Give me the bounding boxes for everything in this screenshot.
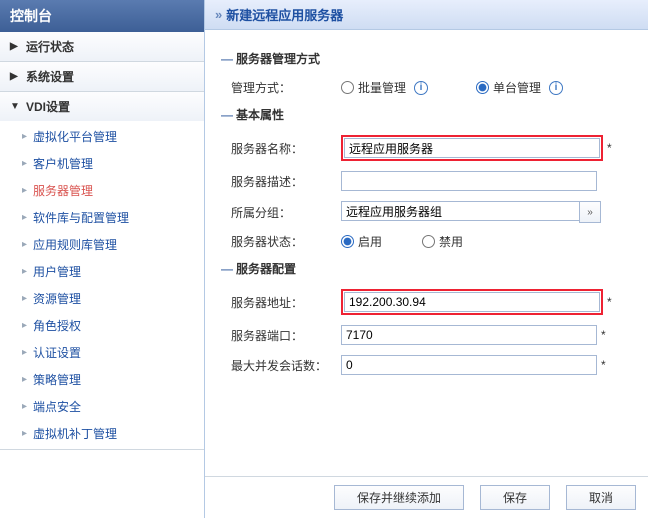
- sidebar-item-label: 虚拟机补丁管理: [33, 425, 117, 442]
- bullet-icon: ▸: [22, 293, 27, 304]
- dash-icon: —: [221, 262, 232, 276]
- server-port-input[interactable]: [341, 325, 597, 345]
- radio-disable-label: 禁用: [439, 233, 463, 250]
- sidebar-section-vdi[interactable]: ▼ VDI设置: [0, 92, 204, 121]
- bullet-icon: ▸: [22, 428, 27, 439]
- section-basic: — 基本属性: [221, 106, 632, 123]
- chevron-right-icon: ▶: [10, 41, 20, 52]
- sidebar-item-label: 应用规则库管理: [33, 236, 117, 253]
- desc-label: 服务器描述：: [231, 173, 341, 190]
- sessions-input[interactable]: [341, 355, 597, 375]
- bullet-icon: ▸: [22, 320, 27, 331]
- page-title: 新建远程应用服务器: [226, 5, 343, 24]
- bullet-icon: ▸: [22, 239, 27, 250]
- save-continue-button[interactable]: 保存并继续添加: [334, 485, 464, 510]
- section-label: 服务器配置: [236, 260, 296, 277]
- bullet-icon: ▸: [22, 131, 27, 142]
- radio-enable[interactable]: 启用: [341, 233, 382, 250]
- required-mark: *: [607, 141, 612, 155]
- section-config: — 服务器配置: [221, 260, 632, 277]
- sidebar-section-system[interactable]: ▶ 系统设置: [0, 62, 204, 91]
- bullet-icon: ▸: [22, 347, 27, 358]
- radio-batch-label: 批量管理: [358, 79, 406, 96]
- server-addr-input[interactable]: [344, 292, 600, 312]
- sidebar-section-label: 运行状态: [26, 38, 74, 55]
- bullet-icon: ▸: [22, 158, 27, 169]
- section-label: 基本属性: [236, 106, 284, 123]
- chevron-down-icon: ▼: [10, 101, 20, 112]
- sidebar: 控制台 ▶ 运行状态 ▶ 系统设置 ▼ VDI设置 ▸ 虚拟化平台管理 ▸ 客户机管…: [0, 0, 205, 518]
- group-label: 所属分组：: [231, 204, 341, 221]
- bullet-icon: ▸: [22, 185, 27, 196]
- sidebar-item-label: 客户机管理: [33, 155, 93, 172]
- cancel-button[interactable]: 取消: [566, 485, 636, 510]
- radio-disable[interactable]: 禁用: [422, 233, 463, 250]
- group-input[interactable]: [341, 201, 579, 221]
- name-label: 服务器名称：: [231, 140, 341, 157]
- radio-single-input[interactable]: [476, 81, 489, 94]
- sidebar-item-software[interactable]: ▸ 软件库与配置管理: [0, 204, 204, 231]
- addr-label: 服务器地址：: [231, 294, 341, 311]
- required-mark: *: [601, 358, 606, 372]
- sidebar-item-endpoint[interactable]: ▸ 端点安全: [0, 393, 204, 420]
- page-header: » 新建远程应用服务器: [205, 0, 648, 30]
- server-name-input[interactable]: [344, 138, 600, 158]
- sidebar-item-label: 资源管理: [33, 290, 81, 307]
- radio-single-label: 单台管理: [493, 79, 541, 96]
- sidebar-item-roles[interactable]: ▸ 角色授权: [0, 312, 204, 339]
- sidebar-section-label: VDI设置: [26, 98, 70, 115]
- dash-icon: —: [221, 52, 232, 66]
- sidebar-item-policy[interactable]: ▸ 策略管理: [0, 366, 204, 393]
- info-icon[interactable]: i: [414, 81, 428, 95]
- sidebar-section-running[interactable]: ▶ 运行状态: [0, 32, 204, 61]
- sessions-label: 最大并发会话数：: [231, 357, 341, 374]
- radio-single[interactable]: 单台管理 i: [476, 79, 563, 96]
- sidebar-item-users[interactable]: ▸ 用户管理: [0, 258, 204, 285]
- bullet-icon: ▸: [22, 401, 27, 412]
- chevron-right-icon: »: [215, 7, 220, 22]
- sidebar-section-label: 系统设置: [26, 68, 74, 85]
- sidebar-item-virtualization[interactable]: ▸ 虚拟化平台管理: [0, 123, 204, 150]
- required-mark: *: [607, 295, 612, 309]
- sidebar-item-patch[interactable]: ▸ 虚拟机补丁管理: [0, 420, 204, 447]
- mgmt-method-label: 管理方式：: [231, 79, 341, 96]
- sidebar-item-label: 认证设置: [33, 344, 81, 361]
- save-button[interactable]: 保存: [480, 485, 550, 510]
- sidebar-item-label: 用户管理: [33, 263, 81, 280]
- sidebar-item-rules[interactable]: ▸ 应用规则库管理: [0, 231, 204, 258]
- radio-batch-input[interactable]: [341, 81, 354, 94]
- sidebar-item-label: 角色授权: [33, 317, 81, 334]
- section-mgmt: — 服务器管理方式: [221, 50, 632, 67]
- radio-batch[interactable]: 批量管理 i: [341, 79, 428, 96]
- sidebar-item-client[interactable]: ▸ 客户机管理: [0, 150, 204, 177]
- sidebar-item-label: 策略管理: [33, 371, 81, 388]
- required-mark: *: [601, 328, 606, 342]
- sidebar-title: 控制台: [0, 0, 204, 32]
- sidebar-item-resources[interactable]: ▸ 资源管理: [0, 285, 204, 312]
- group-browse-button[interactable]: »: [579, 201, 601, 223]
- radio-enable-label: 启用: [358, 233, 382, 250]
- sidebar-item-label: 软件库与配置管理: [33, 209, 129, 226]
- info-icon[interactable]: i: [549, 81, 563, 95]
- footer: 保存并继续添加 保存 取消: [205, 476, 648, 518]
- port-label: 服务器端口：: [231, 327, 341, 344]
- sidebar-item-label: 端点安全: [33, 398, 81, 415]
- sidebar-item-label: 虚拟化平台管理: [33, 128, 117, 145]
- bullet-icon: ▸: [22, 266, 27, 277]
- radio-enable-input[interactable]: [341, 235, 354, 248]
- dash-icon: —: [221, 108, 232, 122]
- bullet-icon: ▸: [22, 374, 27, 385]
- main-panel: » 新建远程应用服务器 — 服务器管理方式 管理方式： 批量管理 i 单台管理 i: [205, 0, 648, 518]
- chevron-right-icon: ▶: [10, 71, 20, 82]
- section-label: 服务器管理方式: [236, 50, 320, 67]
- bullet-icon: ▸: [22, 212, 27, 223]
- sidebar-item-auth[interactable]: ▸ 认证设置: [0, 339, 204, 366]
- status-label: 服务器状态：: [231, 233, 341, 250]
- radio-disable-input[interactable]: [422, 235, 435, 248]
- sidebar-item-label: 服务器管理: [33, 182, 93, 199]
- sidebar-item-server[interactable]: ▸ 服务器管理: [0, 177, 204, 204]
- server-desc-input[interactable]: [341, 171, 597, 191]
- submenu: ▸ 虚拟化平台管理 ▸ 客户机管理 ▸ 服务器管理 ▸ 软件库与配置管理 ▸ 应用规则库管…: [0, 121, 204, 449]
